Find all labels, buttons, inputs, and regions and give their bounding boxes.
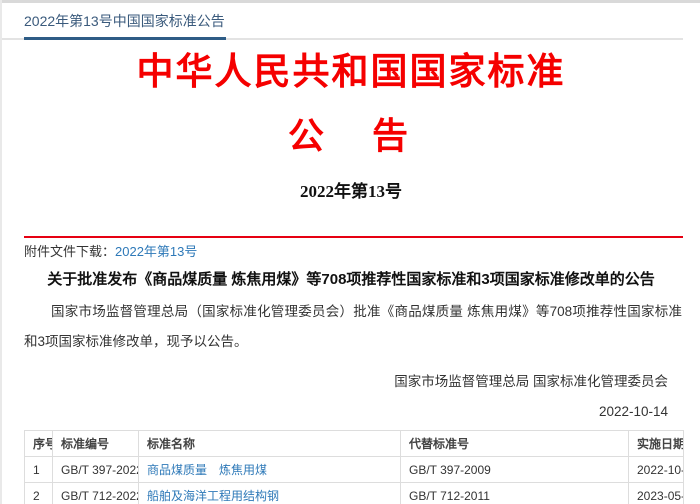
cell-index: 2	[25, 483, 53, 504]
col-header-index: 序号	[25, 431, 53, 457]
cell-replaced-standard: GB/T 712-2011	[401, 483, 629, 504]
attachment-download-link[interactable]: 2022年第13号	[115, 244, 197, 259]
standard-name-link[interactable]: 商品煤质量 炼焦用煤	[147, 463, 267, 477]
cell-implementation-date: 2023-05-01	[629, 483, 684, 504]
cell-implementation-date: 2022-10-14	[629, 457, 684, 483]
notice-body-paragraph: 国家市场监督管理总局（国家标准化管理委员会）批准《商品煤质量 炼焦用煤》等708…	[24, 297, 682, 357]
cell-standard-name: 商品煤质量 炼焦用煤	[139, 457, 401, 483]
tab-announcement-title[interactable]: 2022年第13号中国国家标准公告	[24, 11, 225, 38]
document-subtitle: 公 告	[2, 113, 700, 159]
col-header-standard-name: 标准名称	[139, 431, 401, 457]
cell-standard-name: 船舶及海洋工程用结构钢	[139, 483, 401, 504]
col-header-replaced-standard: 代替标准号	[401, 431, 629, 457]
notice-heading: 关于批准发布《商品煤质量 炼焦用煤》等708项推荐性国家标准和3项国家标准修改单…	[24, 270, 678, 290]
tab-bar: 2022年第13号中国国家标准公告	[2, 3, 700, 38]
cell-replaced-standard: GB/T 397-2009	[401, 457, 629, 483]
table-row: 1GB/T 397-2022 商品煤质量 炼焦用煤 GB/T 397-2009202…	[25, 457, 684, 483]
standards-table: 序号 标准编号 标准名称 代替标准号 实施日期 1GB/T 397-2022 商品…	[24, 430, 684, 504]
col-header-standard-code: 标准编号	[53, 431, 139, 457]
standard-name-link[interactable]: 船舶及海洋工程用结构钢	[147, 489, 279, 503]
issuing-authority-signature: 国家市场监督管理总局 国家标准化管理委员会	[2, 370, 668, 390]
cell-standard-code: GB/T 397-2022	[53, 457, 139, 483]
table-body: 1GB/T 397-2022 商品煤质量 炼焦用煤 GB/T 397-2009202…	[25, 457, 684, 504]
cell-index: 1	[25, 457, 53, 483]
announcement-page: 2022年第13号中国国家标准公告 中华人民共和国国家标准 公 告 2022年第…	[0, 0, 700, 504]
document-title: 中华人民共和国国家标准	[2, 49, 700, 97]
issue-date: 2022-10-14	[2, 404, 668, 419]
cell-standard-code: GB/T 712-2022	[53, 483, 139, 504]
attachment-download-row: 附件文件下载：2022年第13号	[2, 238, 700, 261]
col-header-implementation-date: 实施日期	[629, 431, 684, 457]
table-header-row: 序号 标准编号 标准名称 代替标准号 实施日期	[25, 431, 684, 457]
tab-active-underline	[24, 37, 226, 40]
table-row: 2GB/T 712-2022 船舶及海洋工程用结构钢 GB/T 712-201120…	[25, 483, 684, 504]
attachment-download-label: 附件文件下载：	[24, 244, 115, 259]
tab-divider-line	[2, 38, 683, 40]
issue-number: 2022年第13号	[2, 181, 700, 203]
